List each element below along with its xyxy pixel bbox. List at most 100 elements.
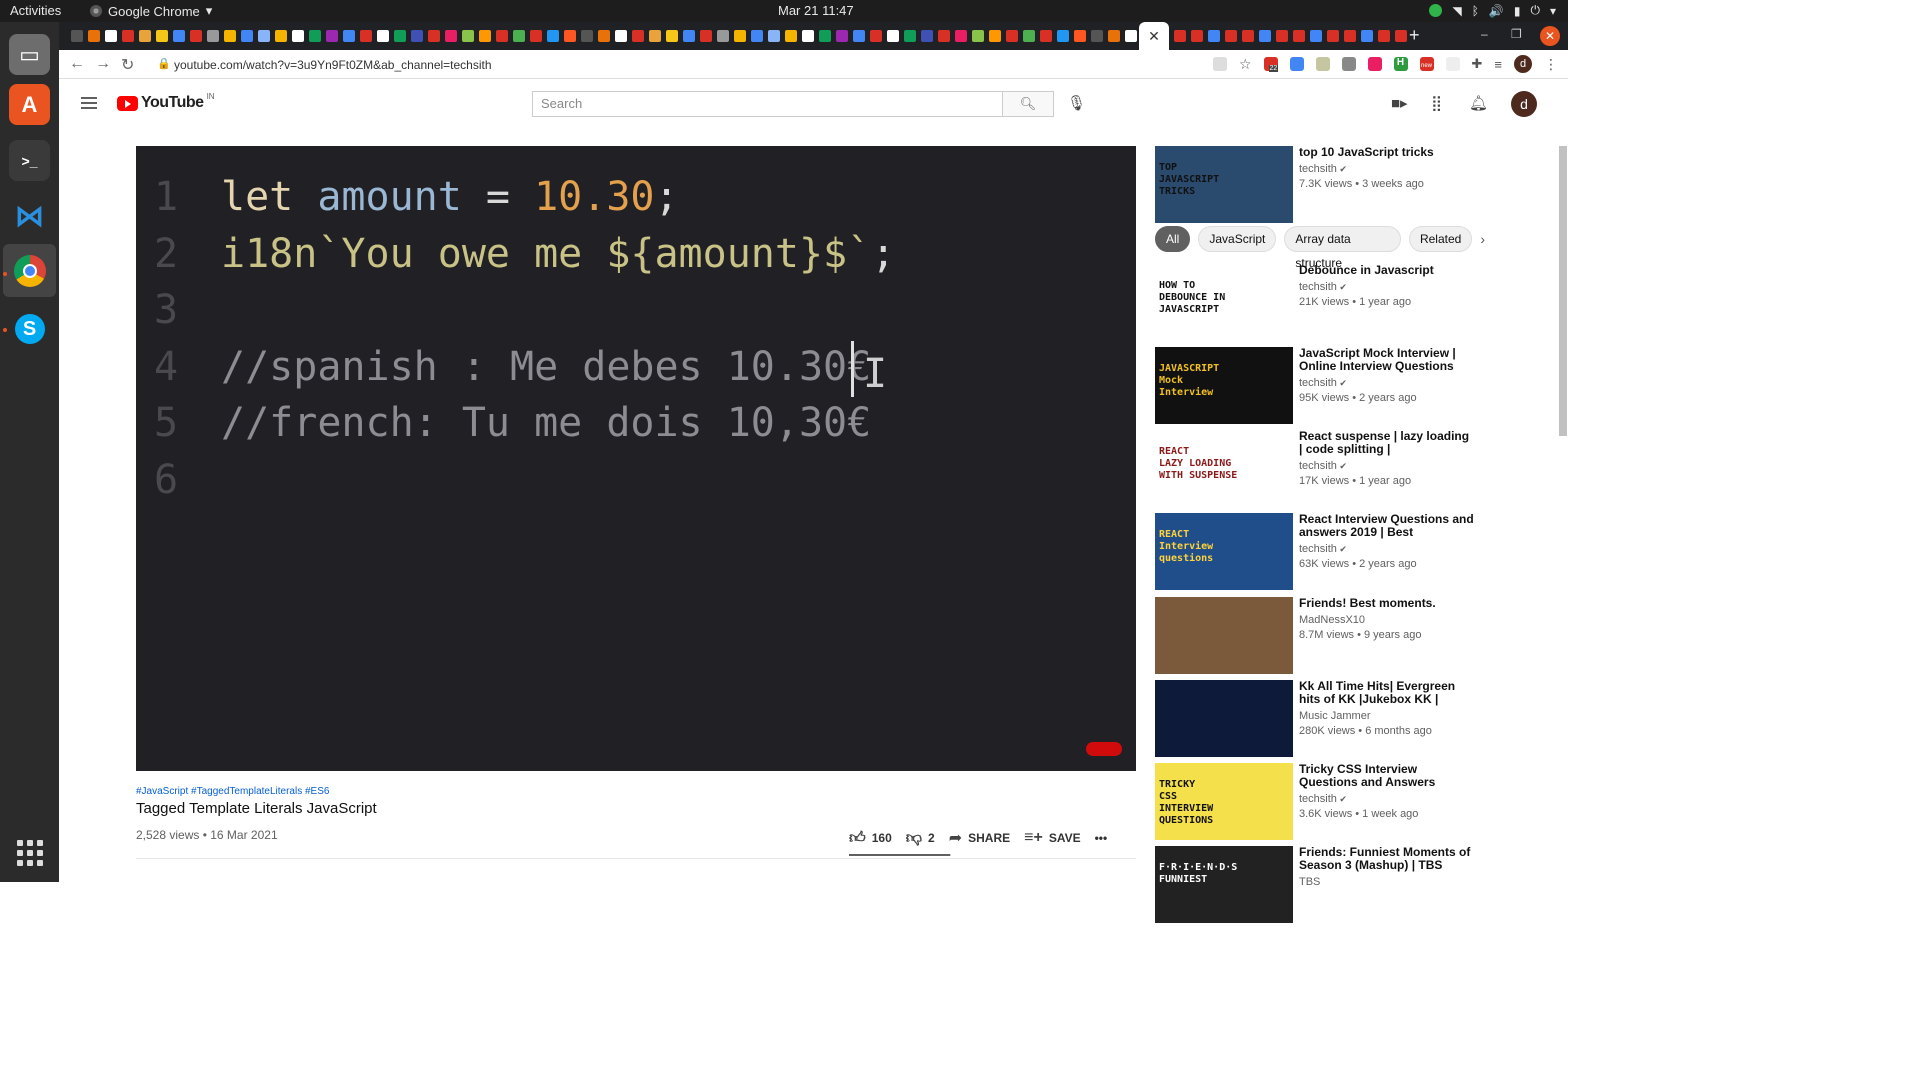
channel-name[interactable]: techsith ✔ [1299, 163, 1474, 175]
install-icon[interactable] [1212, 57, 1227, 71]
related-video-item[interactable]: Friends! Best moments. MadNessX10 8.7M vie… [1155, 597, 1485, 677]
tab-favicon-icon[interactable] [1225, 30, 1237, 42]
tab-favicon-icon[interactable] [1023, 30, 1035, 42]
channel-name[interactable]: techsith ✔ [1299, 793, 1474, 805]
tab-favicon-icon[interactable] [1310, 30, 1322, 42]
app-menu[interactable]: Google Chrome ▾ [90, 3, 212, 19]
tab-favicon-icon[interactable] [802, 30, 814, 42]
video-title[interactable]: Debounce in Javascript [1299, 264, 1474, 277]
tab-favicon-icon[interactable] [173, 30, 185, 42]
lock-icon[interactable]: 🔒 [157, 57, 171, 70]
address-bar[interactable]: 🔒 youtube.com/watch?v=3u9Yn9Ft0ZM&ab_cha… [147, 52, 1187, 77]
tab-favicon-icon[interactable] [71, 30, 83, 42]
tab-favicon-icon[interactable] [649, 30, 661, 42]
tab-favicon-icon[interactable] [343, 30, 355, 42]
chip-javascript[interactable]: JavaScript [1198, 226, 1277, 252]
files-icon[interactable]: ▭ [9, 34, 50, 75]
chip-all[interactable]: All [1155, 226, 1191, 252]
tab-favicon-icon[interactable] [921, 30, 933, 42]
tab-favicon-icon[interactable] [88, 30, 100, 42]
tab-favicon-icon[interactable] [547, 30, 559, 42]
tab-favicon-icon[interactable] [1327, 30, 1339, 42]
channel-name[interactable]: Music Jammer [1299, 710, 1474, 722]
tab-favicon-icon[interactable] [751, 30, 763, 42]
apps-grid-icon[interactable]: ⣿ [1431, 94, 1442, 112]
clock[interactable]: Mar 21 11:47 [778, 3, 854, 18]
tab-favicon-icon[interactable] [1040, 30, 1052, 42]
chevron-right-icon[interactable]: › [1480, 231, 1485, 247]
tab-favicon-icon[interactable] [1057, 30, 1069, 42]
extension-h-icon[interactable]: H [1393, 57, 1408, 71]
tab-favicon-icon[interactable] [904, 30, 916, 42]
video-thumbnail[interactable] [1155, 597, 1293, 674]
video-thumbnail[interactable]: REACT LAZY LOADING WITH SUSPENSE [1155, 430, 1293, 507]
tab-favicon-icon[interactable] [377, 30, 389, 42]
chrome-icon[interactable] [9, 250, 50, 291]
video-player[interactable]: 1 let amount = 10.30; 2 i18n`You owe me ${a… [136, 146, 1136, 771]
tab-favicon-icon[interactable] [292, 30, 304, 42]
related-video-item[interactable]: REACT Interview questions React Interview… [1155, 513, 1485, 593]
tab-favicon-icon[interactable] [1006, 30, 1018, 42]
subscribe-watermark[interactable] [1086, 742, 1122, 756]
tab-favicon-icon[interactable] [1174, 30, 1186, 42]
search-input[interactable]: Search [532, 91, 1002, 117]
tab-favicon-icon[interactable] [1276, 30, 1288, 42]
video-title[interactable]: top 10 JavaScript tricks [1299, 146, 1474, 159]
video-title[interactable]: Tricky CSS Interview Questions and Answe… [1299, 763, 1474, 789]
tab-favicon-icon[interactable] [666, 30, 678, 42]
video-title[interactable]: Kk All Time Hits| Evergreen hits of KK |… [1299, 680, 1474, 706]
tab-favicon-icon[interactable] [836, 30, 848, 42]
extension-icon[interactable] [1315, 57, 1330, 71]
tab-favicon-icon[interactable] [1293, 30, 1305, 42]
tab-favicon-icon[interactable] [1074, 30, 1086, 42]
extension-icon[interactable] [1445, 57, 1460, 71]
video-thumbnail[interactable]: F·R·I·E·N·D·S FUNNIEST [1155, 846, 1293, 923]
related-video-item[interactable]: REACT LAZY LOADING WITH SUSPENSE React su… [1155, 430, 1485, 510]
hamburger-menu-icon[interactable] [81, 97, 97, 109]
chip-related[interactable]: Related [1408, 226, 1473, 252]
channel-name[interactable]: MadNessX10 [1299, 614, 1474, 626]
video-hashtags[interactable]: #JavaScript #TaggedTemplateLiterals #ES6 [136, 786, 329, 797]
microphone-icon[interactable]: 🎙︎ [1067, 94, 1086, 112]
tab-favicon-icon[interactable] [1125, 30, 1137, 42]
tab-favicon-icon[interactable] [496, 30, 508, 42]
related-video-item[interactable]: TOP JAVASCRIPT TRICKS top 10 JavaScript t… [1155, 146, 1485, 226]
tab-favicon-icon[interactable] [156, 30, 168, 42]
tab-favicon-icon[interactable] [394, 30, 406, 42]
tab-favicon-icon[interactable] [1344, 30, 1356, 42]
tab-favicon-icon[interactable] [326, 30, 338, 42]
channel-name[interactable]: techsith ✔ [1299, 460, 1474, 472]
video-title[interactable]: JavaScript Mock Interview | Online Inter… [1299, 347, 1474, 373]
video-thumbnail[interactable]: TOP JAVASCRIPT TRICKS [1155, 146, 1293, 223]
extension-icon[interactable] [1367, 57, 1382, 71]
video-thumbnail[interactable]: TRICKY CSS INTERVIEW QUESTIONS [1155, 763, 1293, 840]
tab-favicon-icon[interactable] [717, 30, 729, 42]
tab-favicon-icon[interactable] [955, 30, 967, 42]
channel-name[interactable]: techsith ✔ [1299, 377, 1474, 389]
tab-favicon-icon[interactable] [1191, 30, 1203, 42]
tab-favicon-icon[interactable] [479, 30, 491, 42]
tab-favicon-icon[interactable] [530, 30, 542, 42]
video-thumbnail[interactable]: JAVASCRIPT Mock Interview [1155, 347, 1293, 424]
media-icon[interactable]: ≡ [1494, 57, 1502, 72]
channel-name[interactable]: TBS [1299, 876, 1474, 888]
tab-favicon-icon[interactable] [564, 30, 576, 42]
dislike-button[interactable]: 👎︎ 2 [906, 829, 935, 848]
tab-favicon-icon[interactable] [938, 30, 950, 42]
tab-favicon-icon[interactable] [989, 30, 1001, 42]
scrollbar[interactable] [1559, 146, 1567, 436]
tab-favicon-icon[interactable] [598, 30, 610, 42]
tab-favicon-icon[interactable] [428, 30, 440, 42]
tab-favicon-icon[interactable] [785, 30, 797, 42]
related-video-item[interactable]: HOW TO DEBOUNCE IN JAVASCRIPT Debounce in… [1155, 264, 1485, 344]
search-button[interactable]: 🔍︎ [1002, 91, 1054, 117]
restore-icon[interactable]: ❐ [1511, 27, 1522, 41]
tab-favicon-icon[interactable] [1361, 30, 1373, 42]
video-thumbnail[interactable]: HOW TO DEBOUNCE IN JAVASCRIPT [1155, 264, 1293, 341]
more-actions-button[interactable]: ••• [1095, 831, 1108, 845]
tab-favicon-icon[interactable] [683, 30, 695, 42]
activities-button[interactable]: Activities [10, 3, 61, 18]
tab-favicon-icon[interactable] [972, 30, 984, 42]
video-thumbnail[interactable]: REACT Interview questions [1155, 513, 1293, 590]
tab-favicon-icon[interactable] [207, 30, 219, 42]
